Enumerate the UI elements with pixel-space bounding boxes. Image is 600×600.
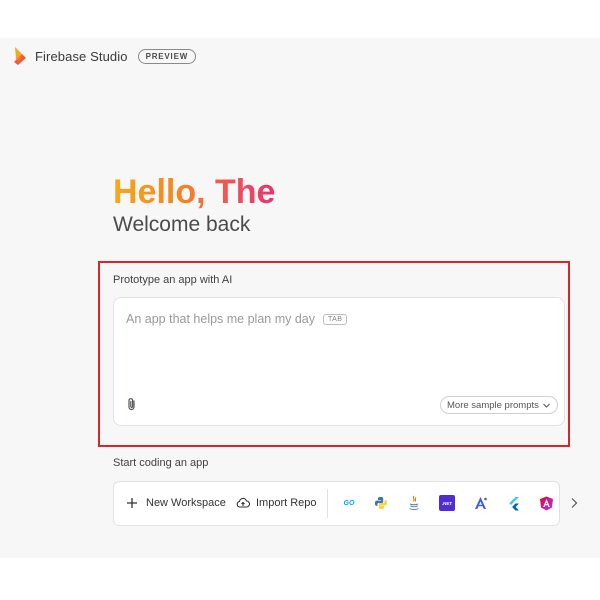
import-repo-button[interactable]: Import Repo — [236, 497, 317, 509]
prototype-label: Prototype an app with AI — [113, 274, 233, 286]
angular-icon[interactable] — [538, 495, 554, 511]
prompt-placeholder: An app that helps me plan my day — [126, 312, 316, 326]
prompt-input[interactable]: An app that helps me plan my day TAB — [126, 312, 348, 326]
dotnet-icon[interactable]: .NET — [439, 495, 455, 511]
python-icon[interactable] — [373, 495, 389, 511]
welcome-subtitle: Welcome back — [113, 213, 251, 236]
brand-name[interactable]: Firebase Studio — [35, 49, 128, 64]
coding-label: Start coding an app — [113, 457, 209, 469]
import-repo-label: Import Repo — [256, 497, 317, 509]
plus-icon — [127, 498, 137, 508]
greeting-title: Hello, The — [113, 173, 276, 211]
go-icon[interactable]: GO — [341, 495, 357, 511]
chevron-right-icon[interactable] — [569, 497, 579, 509]
preview-badge: PREVIEW — [137, 48, 197, 64]
more-prompts-label: More sample prompts — [447, 399, 539, 411]
firebase-flame-icon[interactable] — [12, 46, 28, 66]
tab-hint-badge: TAB — [323, 313, 348, 325]
new-workspace-label: New Workspace — [146, 497, 226, 509]
top-bar: Firebase Studio PREVIEW — [12, 46, 197, 66]
chevron-down-icon — [542, 403, 550, 408]
paperclip-icon[interactable] — [126, 397, 138, 411]
more-sample-prompts-button[interactable]: More sample prompts — [440, 396, 558, 414]
cloud-upload-icon — [236, 497, 250, 508]
new-workspace-button[interactable]: New Workspace — [126, 497, 226, 509]
java-icon[interactable] — [406, 495, 422, 511]
bar-divider — [327, 489, 328, 518]
flutter-icon[interactable] — [505, 495, 521, 511]
angular-react-icon[interactable] — [472, 495, 488, 511]
